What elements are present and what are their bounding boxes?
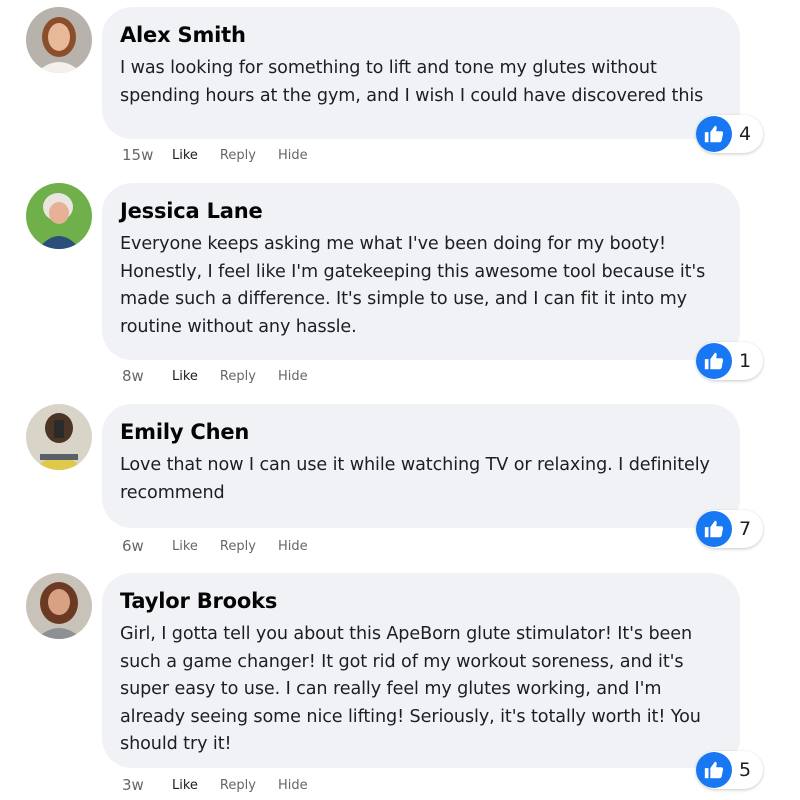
thumbs-up-icon	[696, 343, 732, 379]
comment-text: I was looking for something to lift and …	[120, 58, 704, 106]
timestamp[interactable]: 8w	[122, 367, 172, 385]
avatar[interactable]	[26, 404, 92, 470]
hide-link[interactable]: Hide	[278, 369, 308, 384]
comment-actions: 8w Like Reply Hide	[122, 367, 330, 385]
comment-text: Love that now I can use it while watchin…	[120, 455, 710, 503]
comment-text: Girl, I gotta tell you about this ApeBor…	[120, 624, 701, 754]
timestamp[interactable]: 6w	[122, 537, 172, 555]
hide-link[interactable]: Hide	[278, 539, 308, 554]
reaction-summary[interactable]: 1	[696, 342, 764, 380]
avatar[interactable]	[26, 183, 92, 249]
like-link[interactable]: Like	[172, 539, 198, 554]
avatar-photo	[26, 573, 92, 639]
author-name[interactable]: Taylor Brooks	[120, 587, 722, 615]
thumbs-up-icon	[696, 511, 732, 547]
avatar[interactable]	[26, 7, 92, 73]
thumbs-up-icon	[696, 752, 732, 788]
timestamp[interactable]: 15w	[122, 146, 172, 164]
hide-link[interactable]: Hide	[278, 148, 308, 163]
reply-link[interactable]: Reply	[220, 148, 256, 163]
comment-bubble: Jessica Lane Everyone keeps asking me wh…	[102, 183, 740, 360]
hide-link[interactable]: Hide	[278, 778, 308, 793]
reply-link[interactable]: Reply	[220, 539, 256, 554]
avatar-photo	[26, 404, 92, 470]
comment-actions: 3w Like Reply Hide	[122, 776, 330, 794]
author-name[interactable]: Emily Chen	[120, 418, 722, 446]
reply-link[interactable]: Reply	[220, 369, 256, 384]
reaction-count: 1	[739, 350, 752, 372]
comment-text: Everyone keeps asking me what I've been …	[120, 234, 706, 337]
reaction-summary[interactable]: 5	[696, 751, 764, 789]
reply-link[interactable]: Reply	[220, 778, 256, 793]
comment-actions: 6w Like Reply Hide	[122, 537, 330, 555]
comment-actions: 15w Like Reply Hide	[122, 146, 330, 164]
reaction-summary[interactable]: 7	[696, 510, 764, 548]
reaction-summary[interactable]: 4	[696, 115, 764, 153]
reaction-count: 5	[739, 759, 752, 781]
timestamp[interactable]: 3w	[122, 776, 172, 794]
reaction-count: 7	[739, 518, 752, 540]
comment-bubble: Emily Chen Love that now I can use it wh…	[102, 404, 740, 528]
like-link[interactable]: Like	[172, 369, 198, 384]
author-name[interactable]: Alex Smith	[120, 21, 722, 49]
avatar[interactable]	[26, 573, 92, 639]
avatar-photo	[26, 7, 92, 73]
like-link[interactable]: Like	[172, 778, 198, 793]
thumbs-up-icon	[696, 116, 732, 152]
reaction-count: 4	[739, 123, 752, 145]
like-link[interactable]: Like	[172, 148, 198, 163]
comment-bubble: Taylor Brooks Girl, I gotta tell you abo…	[102, 573, 740, 768]
comment-bubble: Alex Smith I was looking for something t…	[102, 7, 740, 139]
author-name[interactable]: Jessica Lane	[120, 197, 722, 225]
avatar-photo	[26, 183, 92, 249]
